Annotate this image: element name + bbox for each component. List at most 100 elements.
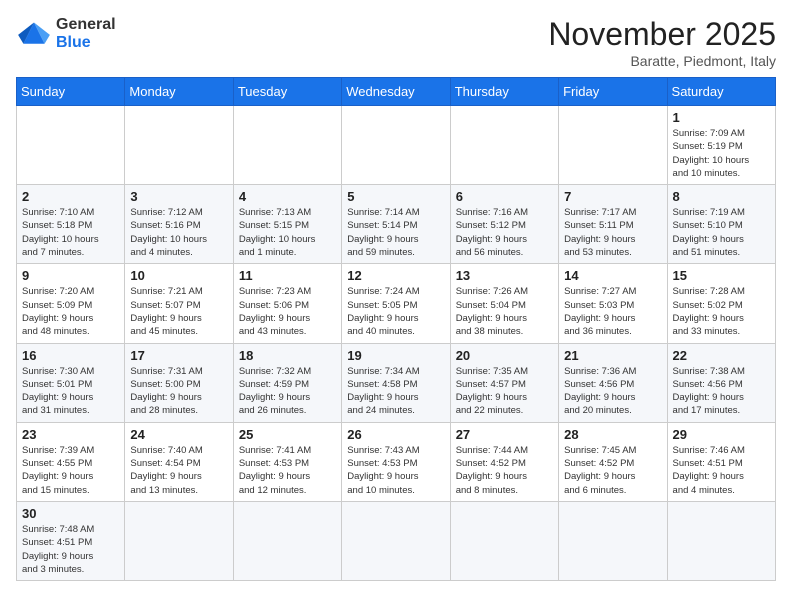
calendar-cell: 14Sunrise: 7:27 AMSunset: 5:03 PMDayligh… <box>559 264 667 343</box>
day-number: 10 <box>130 268 227 283</box>
calendar-cell: 3 Sunrise: 7:12 AMSunset: 5:16 PMDaylight… <box>125 185 233 264</box>
calendar-cell: 7 Sunrise: 7:17 AMSunset: 5:11 PMDaylight… <box>559 185 667 264</box>
calendar-cell: 21 Sunrise: 7:36 AMSunset: 4:56 PMDayligh… <box>559 343 667 422</box>
logo-text: General Blue <box>56 16 116 52</box>
day-info: Sunrise: 7:32 AMSunset: 4:59 PMDaylight:… <box>239 365 336 418</box>
calendar-cell <box>667 501 775 580</box>
day-info: Sunrise: 7:43 AMSunset: 4:53 PMDaylight:… <box>347 444 444 497</box>
day-number: 6 <box>456 189 553 204</box>
calendar-cell: 23 Sunrise: 7:39 AMSunset: 4:55 PMDayligh… <box>17 422 125 501</box>
calendar-cell: 30Sunrise: 7:48 AMSunset: 4:51 PMDayligh… <box>17 501 125 580</box>
day-number: 1 <box>673 110 770 125</box>
calendar-cell: 13Sunrise: 7:26 AMSunset: 5:04 PMDayligh… <box>450 264 558 343</box>
calendar-week-row: 2 Sunrise: 7:10 AMSunset: 5:18 PMDaylight… <box>17 185 776 264</box>
day-number: 2 <box>22 189 119 204</box>
day-info: Sunrise: 7:39 AMSunset: 4:55 PMDaylight:… <box>22 444 119 497</box>
calendar-cell: 17 Sunrise: 7:31 AMSunset: 5:00 PMDayligh… <box>125 343 233 422</box>
weekday-header-row: SundayMondayTuesdayWednesdayThursdayFrid… <box>17 78 776 106</box>
calendar-cell: 6Sunrise: 7:16 AMSunset: 5:12 PMDaylight… <box>450 185 558 264</box>
calendar-cell: 5 Sunrise: 7:14 AMSunset: 5:14 PMDaylight… <box>342 185 450 264</box>
calendar-cell: 9 Sunrise: 7:20 AMSunset: 5:09 PMDaylight… <box>17 264 125 343</box>
calendar-week-row: 16 Sunrise: 7:30 AMSunset: 5:01 PMDayligh… <box>17 343 776 422</box>
calendar-cell: 26 Sunrise: 7:43 AMSunset: 4:53 PMDayligh… <box>342 422 450 501</box>
calendar-cell: 18 Sunrise: 7:32 AMSunset: 4:59 PMDayligh… <box>233 343 341 422</box>
calendar-cell: 19 Sunrise: 7:34 AMSunset: 4:58 PMDayligh… <box>342 343 450 422</box>
day-number: 13 <box>456 268 553 283</box>
day-info: Sunrise: 7:40 AMSunset: 4:54 PMDaylight:… <box>130 444 227 497</box>
day-info: Sunrise: 7:27 AMSunset: 5:03 PMDaylight:… <box>564 285 661 338</box>
weekday-header: Saturday <box>667 78 775 106</box>
day-info: Sunrise: 7:28 AMSunset: 5:02 PMDaylight:… <box>673 285 770 338</box>
day-number: 18 <box>239 348 336 363</box>
day-number: 20 <box>456 348 553 363</box>
day-number: 5 <box>347 189 444 204</box>
calendar-cell: 12Sunrise: 7:24 AMSunset: 5:05 PMDayligh… <box>342 264 450 343</box>
day-number: 8 <box>673 189 770 204</box>
day-number: 19 <box>347 348 444 363</box>
location: Baratte, Piedmont, Italy <box>548 53 776 69</box>
calendar-cell <box>559 501 667 580</box>
day-info: Sunrise: 7:14 AMSunset: 5:14 PMDaylight:… <box>347 206 444 259</box>
day-number: 25 <box>239 427 336 442</box>
day-info: Sunrise: 7:31 AMSunset: 5:00 PMDaylight:… <box>130 365 227 418</box>
day-number: 7 <box>564 189 661 204</box>
calendar-cell <box>125 106 233 185</box>
day-info: Sunrise: 7:36 AMSunset: 4:56 PMDaylight:… <box>564 365 661 418</box>
day-info: Sunrise: 7:17 AMSunset: 5:11 PMDaylight:… <box>564 206 661 259</box>
calendar-cell <box>233 501 341 580</box>
day-info: Sunrise: 7:23 AMSunset: 5:06 PMDaylight:… <box>239 285 336 338</box>
day-info: Sunrise: 7:48 AMSunset: 4:51 PMDaylight:… <box>22 523 119 576</box>
day-number: 26 <box>347 427 444 442</box>
calendar-cell: 28 Sunrise: 7:45 AMSunset: 4:52 PMDayligh… <box>559 422 667 501</box>
calendar-cell <box>450 501 558 580</box>
weekday-header: Wednesday <box>342 78 450 106</box>
day-number: 9 <box>22 268 119 283</box>
calendar-cell: 10 Sunrise: 7:21 AMSunset: 5:07 PMDayligh… <box>125 264 233 343</box>
day-number: 17 <box>130 348 227 363</box>
day-info: Sunrise: 7:35 AMSunset: 4:57 PMDaylight:… <box>456 365 553 418</box>
day-info: Sunrise: 7:45 AMSunset: 4:52 PMDaylight:… <box>564 444 661 497</box>
calendar-cell <box>233 106 341 185</box>
day-info: Sunrise: 7:20 AMSunset: 5:09 PMDaylight:… <box>22 285 119 338</box>
calendar-cell: 25Sunrise: 7:41 AMSunset: 4:53 PMDayligh… <box>233 422 341 501</box>
day-number: 27 <box>456 427 553 442</box>
calendar-cell: 16 Sunrise: 7:30 AMSunset: 5:01 PMDayligh… <box>17 343 125 422</box>
day-info: Sunrise: 7:46 AMSunset: 4:51 PMDaylight:… <box>673 444 770 497</box>
calendar-week-row: 23 Sunrise: 7:39 AMSunset: 4:55 PMDayligh… <box>17 422 776 501</box>
day-number: 16 <box>22 348 119 363</box>
day-info: Sunrise: 7:34 AMSunset: 4:58 PMDaylight:… <box>347 365 444 418</box>
calendar-cell: 8Sunrise: 7:19 AMSunset: 5:10 PMDaylight… <box>667 185 775 264</box>
weekday-header: Friday <box>559 78 667 106</box>
day-info: Sunrise: 7:24 AMSunset: 5:05 PMDaylight:… <box>347 285 444 338</box>
calendar-cell: 1 Sunrise: 7:09 AMSunset: 5:19 PMDaylight… <box>667 106 775 185</box>
day-info: Sunrise: 7:13 AMSunset: 5:15 PMDaylight:… <box>239 206 336 259</box>
day-number: 3 <box>130 189 227 204</box>
day-number: 23 <box>22 427 119 442</box>
day-info: Sunrise: 7:21 AMSunset: 5:07 PMDaylight:… <box>130 285 227 338</box>
calendar-week-row: 30Sunrise: 7:48 AMSunset: 4:51 PMDayligh… <box>17 501 776 580</box>
day-info: Sunrise: 7:09 AMSunset: 5:19 PMDaylight:… <box>673 127 770 180</box>
day-info: Sunrise: 7:12 AMSunset: 5:16 PMDaylight:… <box>130 206 227 259</box>
calendar-cell <box>342 106 450 185</box>
calendar-cell: 24Sunrise: 7:40 AMSunset: 4:54 PMDayligh… <box>125 422 233 501</box>
weekday-header: Sunday <box>17 78 125 106</box>
calendar-cell: 27 Sunrise: 7:44 AMSunset: 4:52 PMDayligh… <box>450 422 558 501</box>
month-title: November 2025 <box>548 16 776 53</box>
day-info: Sunrise: 7:44 AMSunset: 4:52 PMDaylight:… <box>456 444 553 497</box>
calendar-cell: 2 Sunrise: 7:10 AMSunset: 5:18 PMDaylight… <box>17 185 125 264</box>
day-info: Sunrise: 7:38 AMSunset: 4:56 PMDaylight:… <box>673 365 770 418</box>
day-info: Sunrise: 7:30 AMSunset: 5:01 PMDaylight:… <box>22 365 119 418</box>
calendar-week-row: 9 Sunrise: 7:20 AMSunset: 5:09 PMDaylight… <box>17 264 776 343</box>
calendar-cell: 22Sunrise: 7:38 AMSunset: 4:56 PMDayligh… <box>667 343 775 422</box>
calendar-cell: 29Sunrise: 7:46 AMSunset: 4:51 PMDayligh… <box>667 422 775 501</box>
weekday-header: Monday <box>125 78 233 106</box>
day-number: 21 <box>564 348 661 363</box>
calendar-cell: 15Sunrise: 7:28 AMSunset: 5:02 PMDayligh… <box>667 264 775 343</box>
title-block: November 2025 Baratte, Piedmont, Italy <box>548 16 776 69</box>
calendar-cell <box>125 501 233 580</box>
day-number: 28 <box>564 427 661 442</box>
calendar-cell: 4 Sunrise: 7:13 AMSunset: 5:15 PMDaylight… <box>233 185 341 264</box>
day-number: 4 <box>239 189 336 204</box>
weekday-header: Tuesday <box>233 78 341 106</box>
day-info: Sunrise: 7:10 AMSunset: 5:18 PMDaylight:… <box>22 206 119 259</box>
